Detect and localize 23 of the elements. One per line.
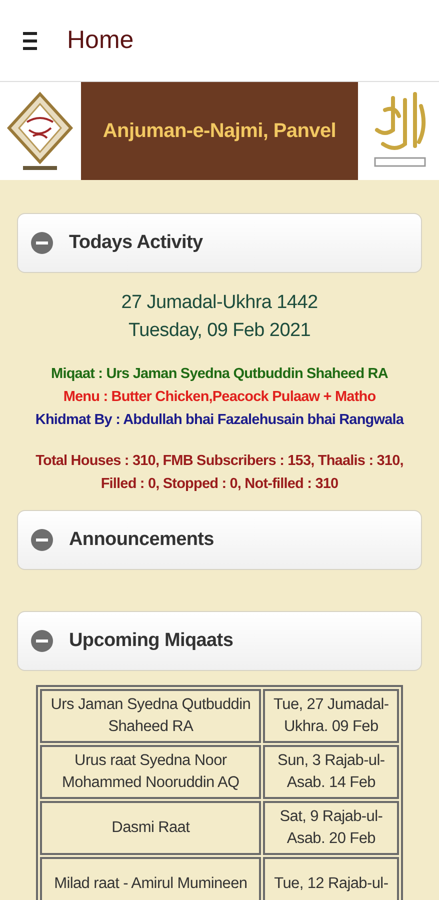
table-cell: Milad raat - Amirul Mumineen — [40, 857, 262, 900]
activity-line: Miqaat : Urs Jaman Syedna Qutbuddin Shaheed RA — [51, 365, 388, 384]
collapse-icon — [31, 630, 53, 652]
table-cell: Urs Jaman Syedna Qutbuddin Shaheed RA — [40, 689, 262, 743]
section-header[interactable]: Upcoming Miqaats — [17, 611, 422, 671]
table-cell: Tue, 12 Rajab-ul- — [263, 857, 399, 900]
table-cell: Sat, 9 Rajab-ul-Asab. 20 Feb — [263, 801, 399, 855]
hijri-date: 27 Jumadal-Ukhra 1442 — [121, 291, 318, 315]
table-cell: Tue, 27 Jumadal-Ukhra. 09 Feb — [263, 689, 399, 743]
table-cell: Dasmi Raat — [40, 801, 262, 855]
page-title: Home — [67, 26, 134, 55]
collapse-icon — [31, 529, 53, 551]
menu-icon[interactable] — [23, 30, 37, 50]
gregorian-date: Tuesday, 09 Feb 2021 — [128, 319, 310, 343]
table-cell: Sun, 3 Rajab-ul-Asab. 14 Feb — [263, 745, 399, 799]
banner-title: Anjuman-e-Najmi, Panvel — [102, 120, 336, 142]
section-header[interactable]: Todays Activity — [17, 213, 422, 273]
stats-text: Total Houses : 310, FMB Subscribers : 153, Thaalis : 310, Filled : 0, Stopped : 0, Not-filled : 310 — [34, 452, 404, 494]
activity-line: Khidmat By : Abdullah bhai Fazalehusain bhai Rangwala — [35, 411, 404, 430]
table-cell: Urus raat Syedna Noor Mohammed Nooruddin AQ — [40, 745, 262, 799]
section-header[interactable]: Announcements — [17, 510, 422, 570]
activity-line: Menu : Butter Chicken,Peacock Pulaaw + Matho — [63, 388, 376, 407]
collapse-icon — [31, 232, 53, 254]
